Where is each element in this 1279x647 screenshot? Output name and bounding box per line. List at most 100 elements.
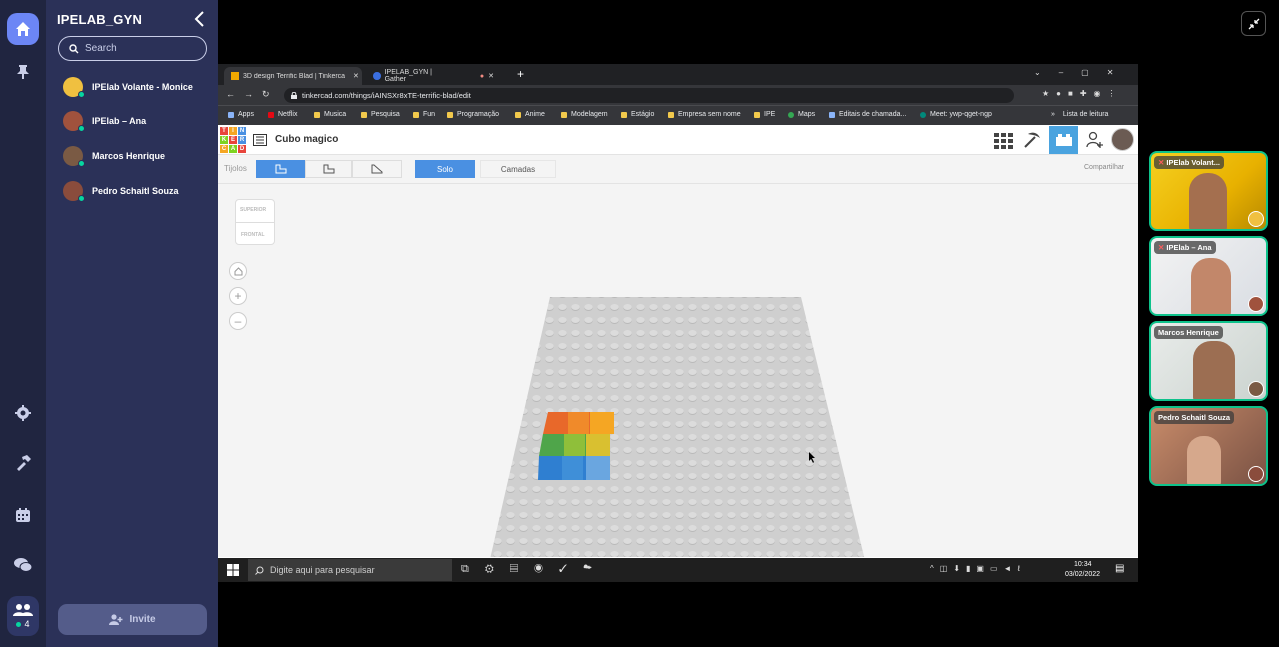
windows-start-icon[interactable] — [227, 564, 239, 576]
brick-icon — [1055, 134, 1072, 146]
pickaxe-icon[interactable] — [1022, 130, 1042, 150]
taskbar-search[interactable]: Digite aqui para pesquisar — [248, 559, 452, 581]
url-text: tinkercad.com/things/iAINSXr8xTE-terrifi… — [302, 91, 471, 100]
member-item[interactable]: Marcos Henrique — [63, 145, 165, 167]
bookmark-label: Maps — [798, 111, 816, 118]
video-tile[interactable]: ✕ IPElab – Ana — [1149, 236, 1268, 316]
search-icon — [255, 566, 264, 575]
video-tile[interactable]: Pedro Schaitl Souza — [1149, 406, 1268, 486]
step-brick-icon — [323, 164, 334, 174]
taskbar-search-text: Digite aqui para pesquisar — [270, 565, 375, 575]
solo-label: Solo — [436, 164, 453, 174]
bookmark[interactable]: Anime — [515, 111, 545, 118]
close-tab-icon[interactable]: ✕ — [488, 72, 494, 80]
participants-button[interactable]: 4 — [7, 596, 39, 636]
browser-tab-active[interactable]: 3D design Terrific Blad | Tinkerca ✕ — [224, 67, 362, 85]
bookmark[interactable]: Programação — [447, 111, 499, 118]
member-item[interactable]: Pedro Schaitl Souza — [63, 180, 179, 202]
browser-tab[interactable]: IPELAB_GYN | Gather ● ✕ — [366, 67, 494, 85]
l-brick-icon — [275, 164, 286, 174]
participant-video — [1191, 258, 1231, 314]
online-dot — [78, 125, 85, 132]
chevron-left-icon[interactable] — [192, 10, 208, 28]
bookmark[interactable]: Meet: ywp-qget-ngp — [920, 111, 992, 118]
profile-avatar[interactable] — [1111, 128, 1134, 151]
brick-shape-button[interactable] — [352, 160, 402, 178]
brick-cube[interactable] — [538, 412, 614, 480]
bookmark[interactable]: Musica — [314, 111, 346, 118]
video-name-label: ✕ IPElab Volant... — [1154, 156, 1224, 169]
video-tile[interactable]: ✕ IPElab Volant... — [1149, 151, 1268, 231]
bookmark[interactable]: Fun — [413, 111, 435, 118]
screen-share: 3D design Terrific Blad | Tinkerca ✕ IPE… — [218, 64, 1138, 582]
tinkercad-logo[interactable]: TIN KER CAD — [220, 127, 246, 153]
participant-video — [1187, 436, 1221, 484]
extension-icons[interactable]: ★●■✚◉⋮ — [1042, 89, 1123, 98]
bricks-mode-button[interactable] — [1049, 126, 1078, 154]
gather-favicon-icon — [373, 72, 381, 80]
video-avatar — [1248, 381, 1264, 397]
clock-time: 10:34 — [1074, 561, 1092, 568]
add-user-icon[interactable] — [1086, 131, 1104, 149]
search-input[interactable] — [85, 43, 195, 54]
member-item[interactable]: IPElab – Ana — [63, 110, 146, 132]
bookmark[interactable]: Modelagem — [561, 111, 608, 118]
bookmark-label: Musica — [324, 111, 347, 118]
bookmark[interactable]: Empresa sem nome — [668, 111, 741, 118]
calendar-icon — [16, 508, 30, 522]
project-title[interactable]: Cubo magico — [275, 134, 338, 145]
invite-button[interactable]: Invite — [58, 604, 207, 635]
baseplate[interactable] — [218, 184, 1138, 557]
taskbar-apps[interactable]: ⧉⚙▤◉✓☁ — [461, 563, 608, 576]
nav-buttons[interactable]: ←→↻ — [226, 89, 279, 100]
close-tab-icon[interactable]: ✕ — [353, 72, 359, 80]
bookmark-label: Programação — [457, 111, 500, 118]
notification-icon[interactable]: ▤ — [1115, 563, 1124, 574]
reading-list[interactable]: » Lista de leitura — [1051, 111, 1108, 118]
member-item[interactable]: IPElab Volante - Monice — [63, 76, 193, 98]
share-button[interactable]: Compartilhar — [1084, 164, 1124, 171]
list-icon[interactable] — [253, 134, 267, 146]
system-tray-icons[interactable]: ^◫⬇▮▣▭◄ℓ — [930, 564, 1026, 573]
bookmark[interactable]: Netflix — [268, 111, 297, 118]
brick-shape-button-active[interactable] — [256, 160, 305, 178]
bookmark[interactable]: Estágio — [621, 111, 654, 118]
window-controls[interactable]: ⌄–▢✕ — [1034, 68, 1131, 77]
home-button[interactable] — [7, 13, 39, 45]
settings-button[interactable] — [7, 397, 39, 429]
bookmark-label: Fun — [423, 111, 436, 118]
search-box[interactable] — [58, 36, 207, 61]
bookmark[interactable]: Pesquisa — [361, 111, 400, 118]
bookmark-label: Netflix — [278, 111, 298, 118]
new-tab-button[interactable]: + — [517, 67, 524, 81]
bookmark-label: Estágio — [631, 111, 655, 118]
minimize-screen-button[interactable] — [1241, 11, 1266, 36]
pin-icon — [17, 65, 29, 79]
bookmark[interactable]: IPE — [754, 111, 775, 118]
bookmark-label: Editais de chamada... — [839, 111, 907, 118]
calendar-button[interactable] — [7, 499, 39, 531]
video-name-label: Marcos Henrique — [1154, 326, 1223, 339]
pin-button[interactable] — [7, 56, 39, 88]
bookmark[interactable]: Apps — [228, 111, 254, 118]
layers-label: Camadas — [500, 164, 536, 174]
participant-video — [1193, 341, 1235, 399]
video-name: Marcos Henrique — [1158, 328, 1219, 337]
brick-shape-button[interactable] — [305, 160, 352, 178]
solo-button[interactable]: Solo — [415, 160, 475, 178]
layers-button[interactable]: Camadas — [480, 160, 556, 178]
tinkercad-toolbar: Tijolos Solo Camadas Compartilhar — [218, 155, 1138, 184]
bookmarks-bar: Apps Netflix Musica Pesquisa Fun Program… — [218, 105, 1138, 125]
chat-button[interactable] — [7, 549, 39, 581]
grid-view-button[interactable] — [991, 130, 1013, 152]
member-name: Pedro Schaitl Souza — [92, 186, 179, 196]
video-name: IPElab Volant... — [1166, 158, 1220, 167]
bookmark[interactable]: Maps — [788, 111, 815, 118]
3d-viewport[interactable]: SUPERIOR FRONTAL + – — [218, 184, 1138, 557]
bookmark[interactable]: Editais de chamada... — [829, 111, 906, 118]
build-button[interactable] — [7, 447, 39, 479]
bricks-label: Tijolos — [224, 164, 247, 173]
video-tile[interactable]: Marcos Henrique — [1149, 321, 1268, 401]
url-field[interactable]: tinkercad.com/things/iAINSXr8xTE-terrifi… — [284, 88, 1014, 103]
collapse-arrows-icon — [1248, 18, 1259, 29]
